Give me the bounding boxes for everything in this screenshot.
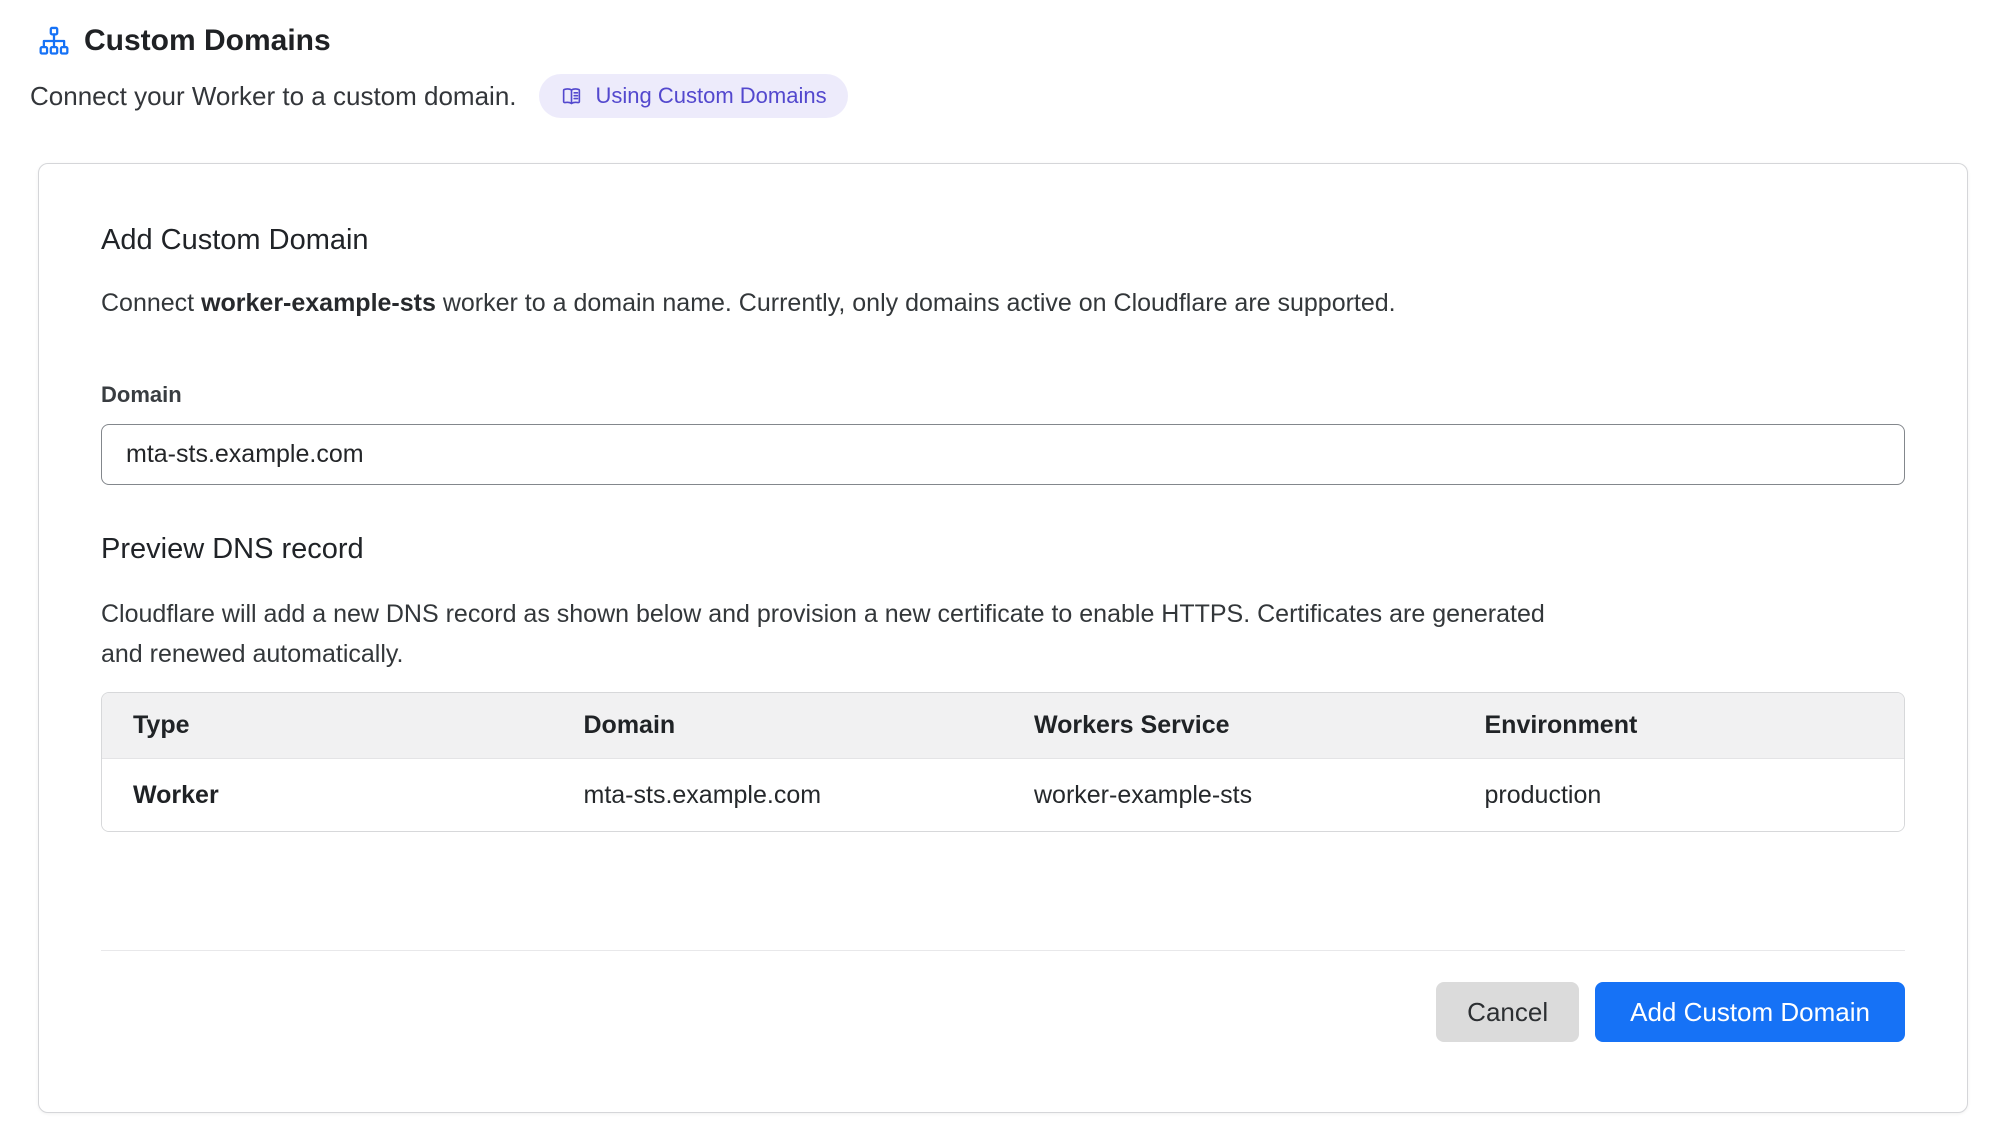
domain-field-label: Domain [101,382,1905,408]
page-title: Custom Domains [84,24,331,58]
table-row: Worker mta-sts.example.com worker-exampl… [102,759,1904,831]
subtitle-row: Connect your Worker to a custom domain. … [30,74,848,118]
dns-preview-table: Type Domain Workers Service Environment … [101,692,1905,832]
cancel-button[interactable]: Cancel [1436,982,1579,1042]
add-custom-domain-button[interactable]: Add Custom Domain [1595,982,1905,1042]
preview-dns-description: Cloudflare will add a new DNS record as … [101,594,1581,674]
page-header: Custom Domains Connect your Worker to a … [30,24,848,118]
title-row: Custom Domains [30,24,848,58]
cell-type: Worker [102,781,553,810]
domain-input[interactable] [101,424,1905,485]
column-header-domain: Domain [553,711,1004,740]
book-icon [560,85,583,108]
worker-name: worker-example-sts [201,289,436,317]
table-header-row: Type Domain Workers Service Environment [102,693,1904,759]
cell-environment: production [1454,781,1905,810]
intro-text: Connect worker-example-sts worker to a d… [101,289,1905,318]
page-subtitle: Connect your Worker to a custom domain. [30,81,517,112]
column-header-type: Type [102,711,553,740]
add-custom-domain-card: Add Custom Domain Connect worker-example… [38,163,1968,1113]
column-header-workers-service: Workers Service [1003,711,1454,740]
footer-divider [101,950,1905,951]
cell-workers-service: worker-example-sts [1003,781,1454,810]
cell-domain: mta-sts.example.com [553,781,1004,810]
docs-link-label: Using Custom Domains [596,83,827,109]
sitemap-icon [38,25,70,57]
preview-dns-heading: Preview DNS record [101,533,1905,566]
column-header-environment: Environment [1454,711,1905,740]
card-heading: Add Custom Domain [101,164,1905,257]
footer-actions: Cancel Add Custom Domain [101,982,1905,1042]
docs-link-badge[interactable]: Using Custom Domains [539,74,848,118]
